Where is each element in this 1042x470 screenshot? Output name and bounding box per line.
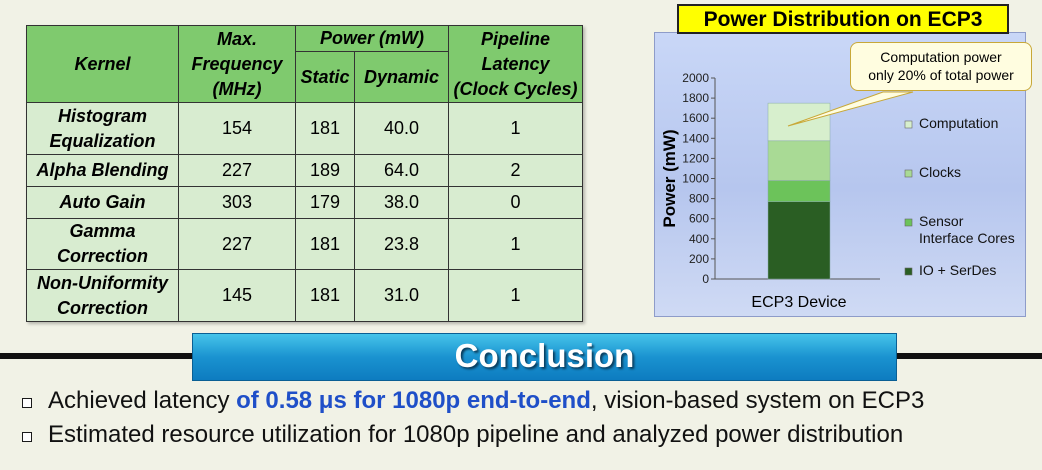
- static-cell: 181: [295, 269, 355, 322]
- dynamic-cell: 64.0: [354, 154, 449, 187]
- latency-cell: 2: [448, 154, 583, 187]
- kernel-name-line: Histogram: [57, 105, 147, 126]
- header-max-frequency: Max. Frequency (MHz): [178, 25, 296, 103]
- legend-label: Sensor: [919, 213, 964, 229]
- latency-cell: 0: [448, 186, 583, 219]
- header-power: Power (mW): [295, 25, 449, 52]
- static-cell: 181: [295, 218, 355, 270]
- header-max-frequency-line-3: (MHz): [212, 78, 262, 99]
- y-tick-label: 800: [689, 192, 709, 206]
- callout-annotation: Computation power only 20% of total powe…: [850, 42, 1032, 91]
- bullet-item: Estimated resource utilization for 1080p…: [16, 419, 924, 453]
- legend-label: Computation: [919, 115, 998, 131]
- freq-cell: 303: [178, 186, 296, 219]
- freq-cell: 227: [178, 218, 296, 270]
- kernel-cell: Alpha Blending: [26, 154, 179, 187]
- freq-cell: 145: [178, 269, 296, 322]
- legend-label: IO + SerDes: [919, 262, 996, 278]
- y-tick-label: 1200: [682, 151, 709, 165]
- conclusion-bullets: Achieved latency of 0.58 μs for 1080p en…: [16, 385, 924, 453]
- kernel-cell: Non-Uniformity Correction: [26, 269, 179, 322]
- header-max-frequency-line-1: Max.: [216, 28, 258, 49]
- kernel-cell: Auto Gain: [26, 186, 179, 219]
- header-kernel: Kernel: [26, 25, 179, 103]
- bullet-text: Achieved latency: [48, 387, 237, 414]
- dynamic-cell: 38.0: [354, 186, 449, 219]
- bullet-item: Achieved latency of 0.58 μs for 1080p en…: [16, 385, 924, 419]
- header-max-frequency-line-2: Frequency: [191, 53, 283, 74]
- freq-cell: 227: [178, 154, 296, 187]
- square-bullet-icon: [22, 432, 32, 442]
- header-dynamic: Dynamic: [354, 51, 449, 103]
- dynamic-cell: 23.8: [354, 218, 449, 270]
- bar-segment: [767, 140, 831, 181]
- bar-segment: [767, 180, 831, 202]
- bullet-text: , vision-based system on ECP3: [590, 387, 925, 414]
- header-static: Static: [295, 51, 355, 103]
- kernel-name-line: Correction: [56, 246, 148, 266]
- kernel-name-line: Gamma: [69, 221, 136, 241]
- kernel-name-line: Equalization: [49, 130, 156, 151]
- y-tick-label: 1800: [682, 91, 709, 105]
- table-row: Gamma Correction 227 181 23.8 1: [26, 218, 583, 270]
- kernel-cell: Histogram Equalization: [26, 102, 179, 155]
- kernel-name-line: Correction: [56, 297, 148, 318]
- y-tick-label: 1400: [682, 131, 709, 145]
- legend-swatch: [904, 267, 913, 276]
- bar-segment: [767, 201, 831, 280]
- kernel-name-line: Non-Uniformity: [37, 272, 168, 293]
- x-category-label: ECP3 Device: [751, 294, 846, 311]
- header-pipeline-latency: Pipeline Latency (Clock Cycles): [448, 25, 583, 103]
- legend-swatch: [904, 169, 913, 178]
- header-latency-line-2: Latency: [481, 53, 550, 74]
- y-tick-label: 2000: [682, 71, 709, 85]
- bullet-highlight: of 0.58 μs for 1080p end-to-end: [236, 387, 591, 414]
- y-tick-label: 600: [689, 212, 709, 226]
- legend-swatch: [904, 120, 913, 129]
- header-latency-line-1: Pipeline: [480, 28, 551, 49]
- header-latency-line-3: (Clock Cycles): [453, 78, 578, 99]
- callout-line-1: Computation power: [880, 49, 1002, 65]
- y-axis-label: Power (mW): [660, 129, 679, 227]
- freq-cell: 154: [178, 102, 296, 155]
- y-tick-label: 1600: [682, 111, 709, 125]
- table-row: Auto Gain 303 179 38.0 0: [26, 186, 583, 219]
- square-bullet-icon: [22, 398, 32, 408]
- latency-cell: 1: [448, 269, 583, 322]
- legend-swatch: [904, 218, 913, 227]
- y-tick-label: 200: [689, 252, 709, 266]
- legend-label: Clocks: [919, 164, 961, 180]
- y-tick-label: 0: [702, 272, 709, 286]
- latency-cell: 1: [448, 218, 583, 270]
- dynamic-cell: 31.0: [354, 269, 449, 322]
- latency-cell: 1: [448, 102, 583, 155]
- table-row: Alpha Blending 227 189 64.0 2: [26, 154, 583, 187]
- y-tick-label: 1000: [682, 172, 709, 186]
- y-tick-label: 400: [689, 232, 709, 246]
- kernel-cell: Gamma Correction: [26, 218, 179, 270]
- dynamic-cell: 40.0: [354, 102, 449, 155]
- table-row: Histogram Equalization 154 181 40.0 1: [26, 102, 583, 155]
- bullet-text: Estimated resource utilization for 1080p…: [48, 421, 904, 448]
- static-cell: 181: [295, 102, 355, 155]
- table-row: Non-Uniformity Correction 145 181 31.0 1: [26, 269, 583, 322]
- chart-title: Power Distribution on ECP3: [677, 4, 1009, 34]
- static-cell: 189: [295, 154, 355, 187]
- callout-line-2: only 20% of total power: [868, 67, 1014, 83]
- conclusion-title: Conclusion: [454, 337, 635, 374]
- kernel-table: Kernel Max. Frequency (MHz) Power (mW) P…: [26, 25, 583, 322]
- static-cell: 179: [295, 186, 355, 219]
- legend-label: Interface Cores: [919, 230, 1015, 246]
